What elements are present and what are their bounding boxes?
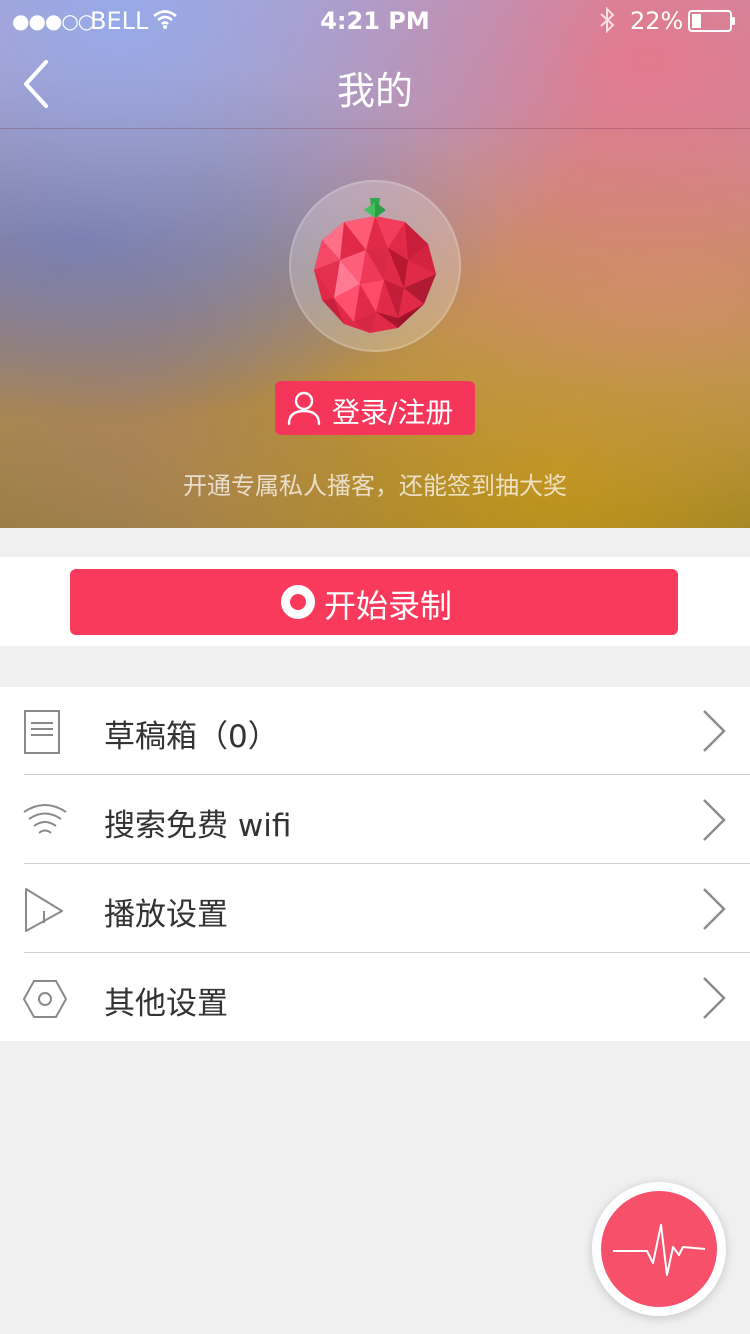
settings-icon [22, 976, 68, 1022]
menu-list: 草稿箱（0） 搜索免费 wifi 播放设置 其他设置 [0, 687, 750, 1041]
menu-item-label: 草稿箱（0） [104, 719, 279, 755]
start-recording-button[interactable]: 开始录制 [70, 569, 678, 635]
chevron-right-icon [700, 709, 728, 757]
battery-percent: 22% [630, 7, 684, 35]
chevron-right-icon [700, 887, 728, 935]
start-recording-label: 开始录制 [324, 587, 453, 625]
draft-icon [22, 709, 68, 755]
menu-item-drafts[interactable]: 草稿箱（0） [0, 687, 750, 775]
now-playing-button[interactable] [592, 1182, 726, 1316]
login-register-label: 登录/注册 [332, 396, 454, 429]
bluetooth-icon [598, 6, 618, 40]
avatar[interactable] [300, 188, 450, 352]
header-divider [0, 128, 750, 129]
fab-circle [601, 1191, 717, 1307]
play-icon [22, 887, 68, 933]
menu-divider [24, 863, 750, 864]
record-section: 开始录制 [0, 557, 750, 646]
lychee-logo-icon [314, 198, 436, 333]
menu-item-label: 其他设置 [104, 986, 228, 1022]
menu-divider [24, 952, 750, 953]
chevron-right-icon [700, 976, 728, 1024]
menu-item-free-wifi[interactable]: 搜索免费 wifi [0, 776, 750, 864]
profile-tagline: 开通专属私人播客，还能签到抽大奖 [183, 472, 567, 500]
profile-header: ●●●○○ BELL 4:21 PM 22% 我的 登录/注册 开通专属私人播客… [0, 0, 750, 528]
menu-item-other-settings[interactable]: 其他设置 [0, 954, 750, 1042]
user-icon [285, 389, 323, 434]
pulse-icon [613, 1224, 706, 1276]
chevron-right-icon [700, 798, 728, 846]
menu-item-label: 播放设置 [104, 897, 228, 933]
record-icon [281, 585, 315, 619]
wifi-icon [22, 798, 68, 844]
page-title: 我的 [336, 69, 413, 113]
menu-item-playback-settings[interactable]: 播放设置 [0, 865, 750, 953]
status-bar: ●●●○○ BELL 4:21 PM 22% [0, 0, 750, 40]
menu-divider [24, 774, 750, 775]
login-register-button[interactable]: 登录/注册 [275, 381, 475, 435]
menu-item-label: 搜索免费 wifi [104, 808, 292, 844]
battery-icon [688, 10, 738, 38]
